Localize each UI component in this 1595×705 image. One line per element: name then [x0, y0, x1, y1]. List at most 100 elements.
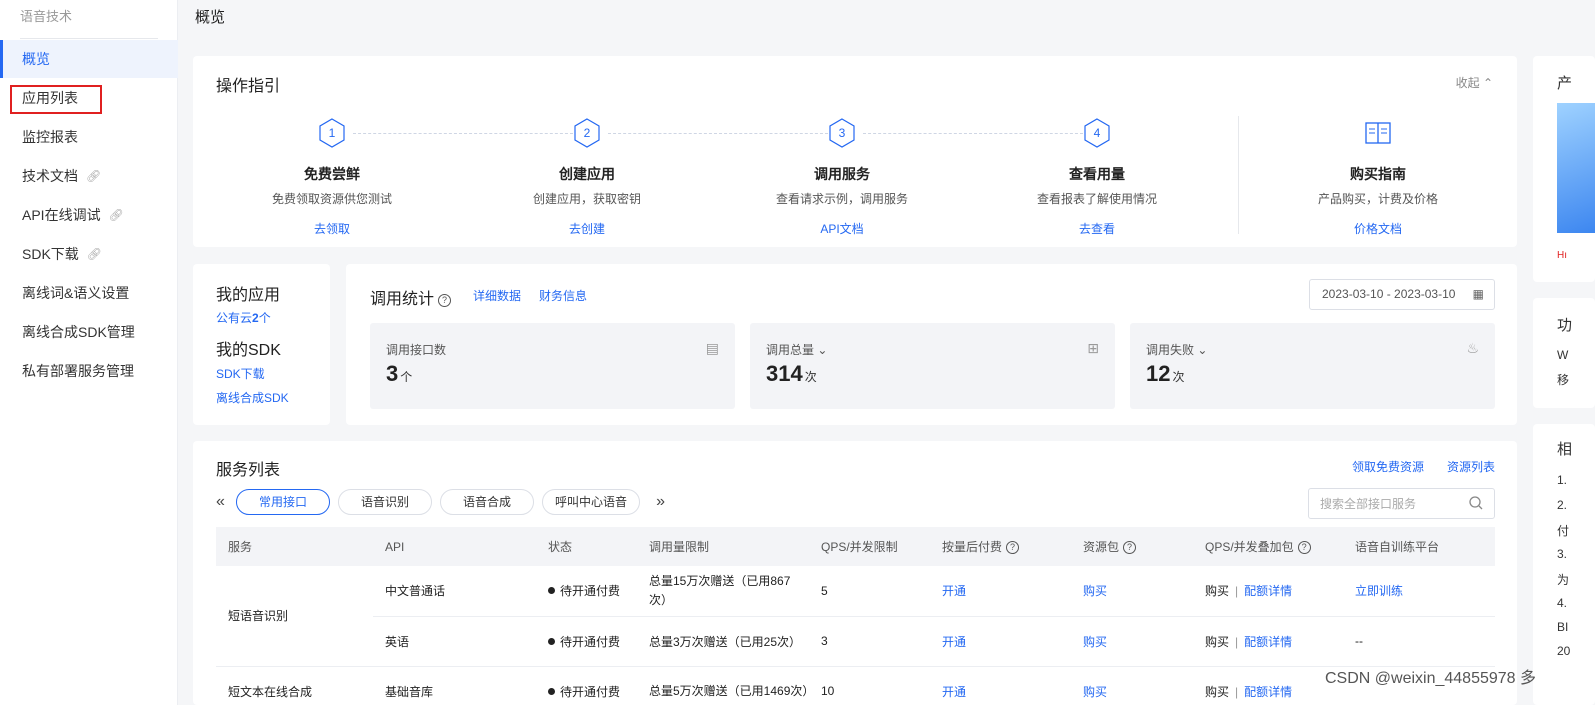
right-card-line[interactable]: 4. [1557, 596, 1567, 610]
step-name: 调用服务 [814, 166, 870, 182]
date-range-picker[interactable]: 2023-03-10 - 2023-03-10 ▦ [1309, 279, 1495, 310]
services-title: 服务列表 [216, 462, 281, 479]
guide-card: 操作指引 收起 ⌃ 1 免费尝鲜 免费领取资源供您测试 去领取 2 创建应用 创… [193, 56, 1517, 247]
quota-detail-link[interactable]: 配额详情 [1244, 685, 1292, 699]
sidebar-item-api-debug[interactable]: API在线调试 🔗︎ [0, 196, 178, 234]
hexagon-number-icon: 2 [572, 118, 602, 148]
sidebar-item-offline-sdk[interactable]: 离线合成SDK管理 [0, 313, 178, 351]
col-header: 状态 [536, 527, 637, 566]
resource-list-link[interactable]: 资源列表 [1447, 458, 1495, 475]
quota-detail-link[interactable]: 配额详情 [1244, 584, 1292, 598]
col-header: 调用量限制 [637, 527, 809, 566]
right-card-line: 移 [1557, 373, 1570, 387]
watermark: CSDN @weixin_44855978 多 [1325, 670, 1537, 687]
api-name: 基础音库 [373, 666, 536, 705]
qps-cell: 10 [809, 666, 930, 705]
sidebar-item-label: 离线词&语义设置 [22, 285, 130, 301]
sidebar-item-label: 私有部署服务管理 [22, 363, 134, 379]
help-icon[interactable]: ? [1297, 541, 1311, 554]
buy-text[interactable]: 购买 [1205, 635, 1229, 649]
sidebar-item-label: API在线调试 [22, 207, 101, 223]
sidebar-item-docs[interactable]: 技术文档 🔗︎ [0, 157, 178, 195]
guide-buy: 购买指南 产品购买，计费及价格 价格文档 [1278, 118, 1478, 237]
status-cell: 待开通付费 [536, 566, 637, 617]
enable-link[interactable]: 开通 [942, 584, 966, 598]
right-card-product: 产 Hı [1533, 56, 1595, 282]
highlight-box [10, 85, 102, 114]
search-icon[interactable] [1468, 495, 1484, 511]
help-icon[interactable]: ? [1123, 541, 1137, 554]
hexagon-number-icon: 4 [1082, 118, 1112, 148]
step-link[interactable]: 去创建 [487, 220, 687, 237]
train-link[interactable]: 立即训练 [1355, 584, 1403, 598]
services-table: 服务 API 状态 调用量限制 QPS/并发限制 按量后付费? 资源包? QPS… [216, 527, 1495, 705]
table-row: 短语音识别 中文普通话 待开通付费 总量15万次赠送（已用867次） 5 开通 … [216, 566, 1495, 667]
my-apps-title: 我的应用 [216, 287, 281, 304]
help-icon[interactable]: ? [1006, 541, 1020, 554]
sidebar-item-label: 技术文档 [22, 168, 78, 184]
step-link[interactable]: 去查看 [997, 220, 1197, 237]
col-header: API [373, 527, 536, 566]
detail-data-link[interactable]: 详细数据 [473, 287, 521, 304]
sdk-download-link[interactable]: SDK下载 [216, 365, 265, 382]
tab-call-center[interactable]: 呼叫中心语音 [542, 489, 641, 515]
offline-sdk-link[interactable]: 离线合成SDK [216, 389, 289, 406]
buy-link[interactable]: 购买 [1083, 685, 1107, 699]
public-cloud-link[interactable]: 公有云2个 [216, 309, 271, 326]
sidebar-item-label: 监控报表 [22, 129, 78, 145]
quota-detail-link[interactable]: 配额详情 [1244, 635, 1292, 649]
tab-common-api[interactable]: 常用接口 [236, 489, 331, 515]
qps-pack-cell: 购买 | 配额详情 [1193, 666, 1343, 705]
step-name: 购买指南 [1350, 166, 1406, 182]
help-icon[interactable]: ? [438, 294, 452, 307]
sidebar-item-overview[interactable]: 概览 [0, 40, 178, 78]
stat-label[interactable]: 调用总量 ⌄ [766, 341, 827, 358]
finance-link[interactable]: 财务信息 [539, 287, 587, 304]
status-cell: 待开通付费 [536, 666, 637, 705]
service-search[interactable] [1308, 488, 1495, 519]
limit-cell: 总量5万次赠送（已用1469次） [637, 666, 814, 705]
banner-image[interactable] [1557, 103, 1595, 233]
step-desc: 产品购买，计费及价格 [1317, 192, 1438, 206]
right-card-line[interactable]: 1. [1557, 473, 1567, 487]
step-link[interactable]: API文档 [742, 220, 942, 237]
sidebar: 语音技术 概览 应用列表 监控报表 技术文档 🔗︎ API在线调试 🔗︎ SDK下载… [0, 0, 178, 705]
table-icon: ▤ [705, 340, 719, 356]
table-row: 短文本在线合成 基础音库 待开通付费 总量5万次赠送（已用1469次） 10 开… [216, 666, 1495, 705]
tab-speech-recognition[interactable]: 语音识别 [338, 489, 433, 515]
right-card-title: 功 [1557, 317, 1573, 334]
link-icon: 🔗︎ [86, 247, 103, 261]
double-chevron-left-icon[interactable]: « [216, 493, 236, 511]
sidebar-divider [20, 38, 158, 39]
free-resource-link[interactable]: 领取免费资源 [1352, 458, 1424, 475]
stat-label[interactable]: 调用失败 ⌄ [1146, 341, 1207, 358]
sidebar-item-sdk-download[interactable]: SDK下载 🔗︎ [0, 235, 178, 273]
search-input[interactable] [1309, 489, 1459, 518]
enable-link[interactable]: 开通 [942, 635, 966, 649]
enable-link[interactable]: 开通 [942, 685, 966, 699]
buy-link[interactable]: 购买 [1083, 635, 1107, 649]
buy-text[interactable]: 购买 [1205, 685, 1229, 699]
buy-link[interactable]: 购买 [1083, 584, 1107, 598]
buy-text[interactable]: 购买 [1205, 584, 1229, 598]
step-link[interactable]: 去领取 [232, 220, 432, 237]
tab-speech-synthesis[interactable]: 语音合成 [440, 489, 535, 515]
step-link[interactable]: 价格文档 [1278, 220, 1478, 237]
double-chevron-right-icon[interactable]: » [656, 493, 676, 511]
right-card-line[interactable]: 2. [1557, 498, 1567, 512]
sidebar-item-private-deploy[interactable]: 私有部署服务管理 [0, 352, 178, 390]
calendar-icon: ▦ [1472, 287, 1484, 301]
col-header: 资源包? [1071, 527, 1193, 566]
limit-cell: 总量3万次赠送（已用25次） [637, 616, 809, 667]
pack-cell: 购买 [1071, 616, 1193, 667]
step-desc: 创建应用，获取密钥 [532, 192, 641, 206]
stats-card: 调用统计? 详细数据 财务信息 2023-03-10 - 2023-03-10 ▦… [346, 264, 1517, 425]
sidebar-item-monitor[interactable]: 监控报表 [0, 118, 178, 156]
right-card-line[interactable]: 3. [1557, 547, 1567, 561]
sidebar-item-offline-words[interactable]: 离线词&语义设置 [0, 274, 178, 312]
collapse-button[interactable]: 收起 ⌃ [1456, 74, 1493, 91]
service-name: 短语音识别 [216, 566, 373, 667]
status-dot [548, 637, 555, 645]
sidebar-item-label: SDK下载 [22, 246, 79, 262]
page-title: 概览 [195, 9, 226, 26]
